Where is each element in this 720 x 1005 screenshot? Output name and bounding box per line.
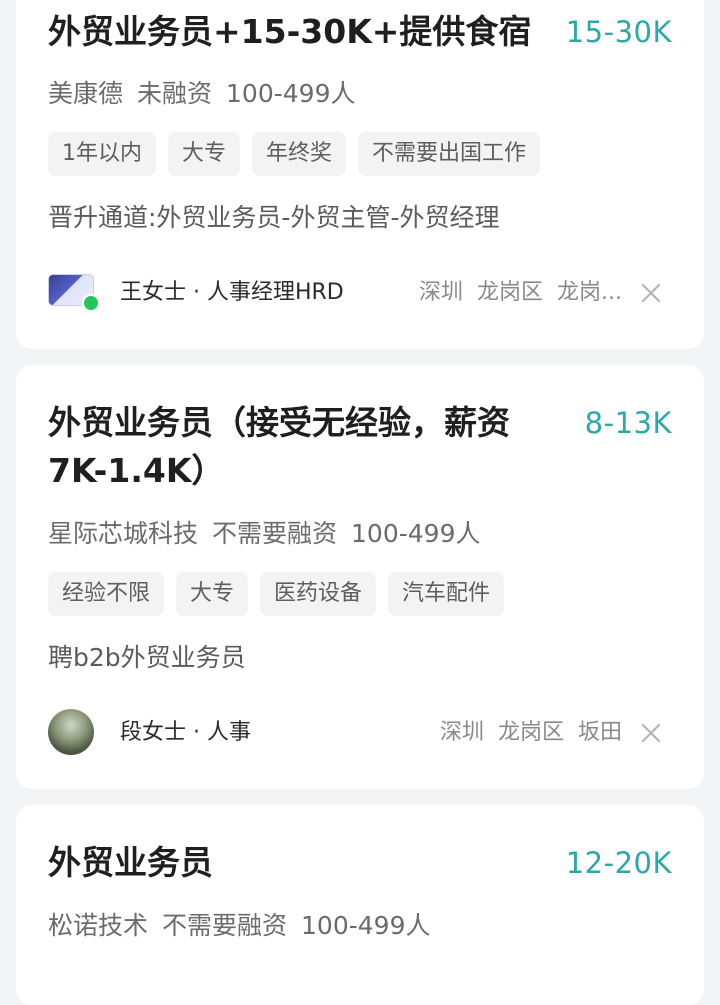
job-tag: 大专 — [168, 132, 241, 176]
job-description: 晋升通道:外贸业务员-外贸主管-外贸经理 — [48, 203, 500, 232]
job-description: 聘b2b外贸业务员 — [48, 643, 246, 672]
job-tag: 大专 — [176, 572, 249, 616]
online-status-dot — [82, 294, 100, 312]
company-info: 星际芯城科技 不需要融资 100-499人 — [48, 517, 495, 551]
company-info: 松诺技术 不需要融资 100-499人 — [48, 909, 445, 943]
job-location: 深圳 龙岗区 龙岗... — [405, 278, 622, 308]
job-title: 外贸业务员 — [48, 843, 213, 882]
job-location: 深圳 龙岗区 坂田 — [426, 718, 622, 748]
location-district: 龙岗区 — [477, 280, 544, 305]
job-tags: 1年以内 大专 年终奖 不需要出国工作 — [48, 132, 541, 176]
company-name: 星际芯城科技 — [48, 519, 199, 548]
job-tag: 不需要出国工作 — [358, 132, 541, 176]
location-area: 龙岗... — [557, 280, 622, 305]
job-title: 外贸业务员（接受无经验，薪资7K-1.4K） — [48, 403, 510, 490]
company-size: 100-499人 — [301, 911, 431, 940]
company-name: 美康德 — [48, 79, 124, 108]
job-tag: 医药设备 — [260, 572, 377, 616]
company-info: 美康德 未融资 100-499人 — [48, 77, 370, 111]
job-card[interactable]: 外贸业务员 12-20K 松诺技术 不需要融资 100-499人 — [16, 805, 704, 1005]
recruiter-name: 王女士 · 人事经理HRD — [120, 280, 344, 305]
job-tag: 经验不限 — [48, 572, 165, 616]
company-funding: 不需要融资 — [212, 519, 338, 548]
company-name: 松诺技术 — [48, 911, 149, 940]
close-icon[interactable] — [640, 282, 662, 304]
job-salary: 12-20K — [565, 846, 672, 880]
job-salary: 8-13K — [584, 406, 672, 440]
job-salary: 15-30K — [565, 15, 672, 49]
recruiter-avatar[interactable] — [48, 709, 94, 755]
location-area: 坂田 — [577, 720, 622, 745]
location-city: 深圳 — [418, 280, 463, 305]
job-card[interactable]: 外贸业务员（接受无经验，薪资7K-1.4K） 8-13K 星际芯城科技 不需要融资… — [16, 365, 704, 789]
company-funding: 未融资 — [137, 79, 213, 108]
company-funding: 不需要融资 — [162, 911, 288, 940]
location-city: 深圳 — [439, 720, 484, 745]
job-card[interactable]: 外贸业务员+15-30K+提供食宿 15-30K 美康德 未融资 100-499人 … — [16, 0, 704, 349]
recruiter-name: 段女士 · 人事 — [120, 720, 251, 745]
company-size: 100-499人 — [226, 79, 356, 108]
job-tag: 汽车配件 — [388, 572, 505, 616]
job-title: 外贸业务员+15-30K+提供食宿 — [48, 12, 532, 51]
close-icon[interactable] — [640, 722, 662, 744]
job-tag: 1年以内 — [48, 132, 156, 176]
job-tags: 经验不限 大专 医药设备 汽车配件 — [48, 572, 505, 616]
job-tag: 年终奖 — [252, 132, 347, 176]
company-size: 100-499人 — [351, 519, 481, 548]
location-district: 龙岗区 — [497, 720, 564, 745]
